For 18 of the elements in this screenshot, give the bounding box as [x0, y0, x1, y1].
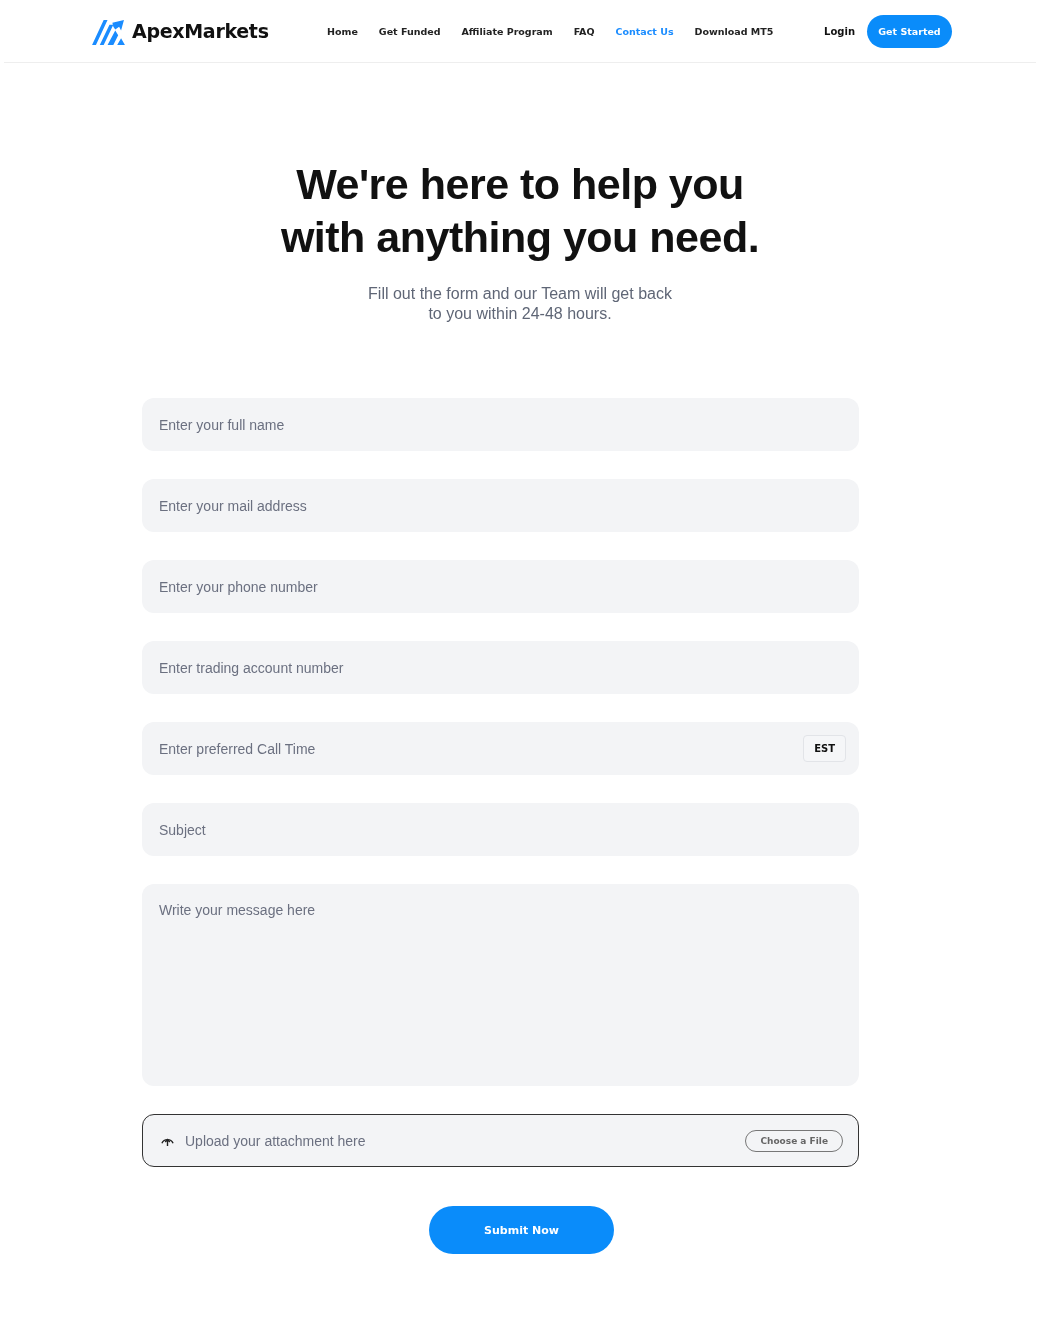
input-field[interactable]: Enter your full name: [142, 398, 859, 451]
brand-name: ApexMarkets: [132, 20, 269, 42]
input-field[interactable]: Enter your phone number: [142, 560, 859, 613]
page-subheading: Fill out the form and our Team will get back to you within 24-48 hours.: [367, 284, 673, 324]
login-link[interactable]: Login: [824, 25, 855, 37]
upload-field[interactable]: Upload your attachment here Choose a File: [142, 1114, 859, 1167]
input-field[interactable]: Enter trading account number: [142, 641, 859, 694]
nav-link[interactable]: Affiliate Program: [461, 25, 553, 37]
nav-link[interactable]: Home: [327, 25, 358, 37]
input-field[interactable]: Subject: [142, 803, 859, 856]
nav-link[interactable]: FAQ: [573, 25, 595, 37]
nav-link[interactable]: Download MT5: [694, 25, 774, 37]
timezone-tag: EST: [803, 735, 846, 762]
nav-link[interactable]: Get Funded: [378, 25, 441, 37]
upload-label: Upload your attachment here: [185, 1132, 366, 1149]
input-field[interactable]: Enter your mail address: [142, 479, 859, 532]
page-heading: We're here to help you with anything you need.: [279, 159, 761, 263]
message-field[interactable]: Write your message here: [142, 884, 859, 1086]
